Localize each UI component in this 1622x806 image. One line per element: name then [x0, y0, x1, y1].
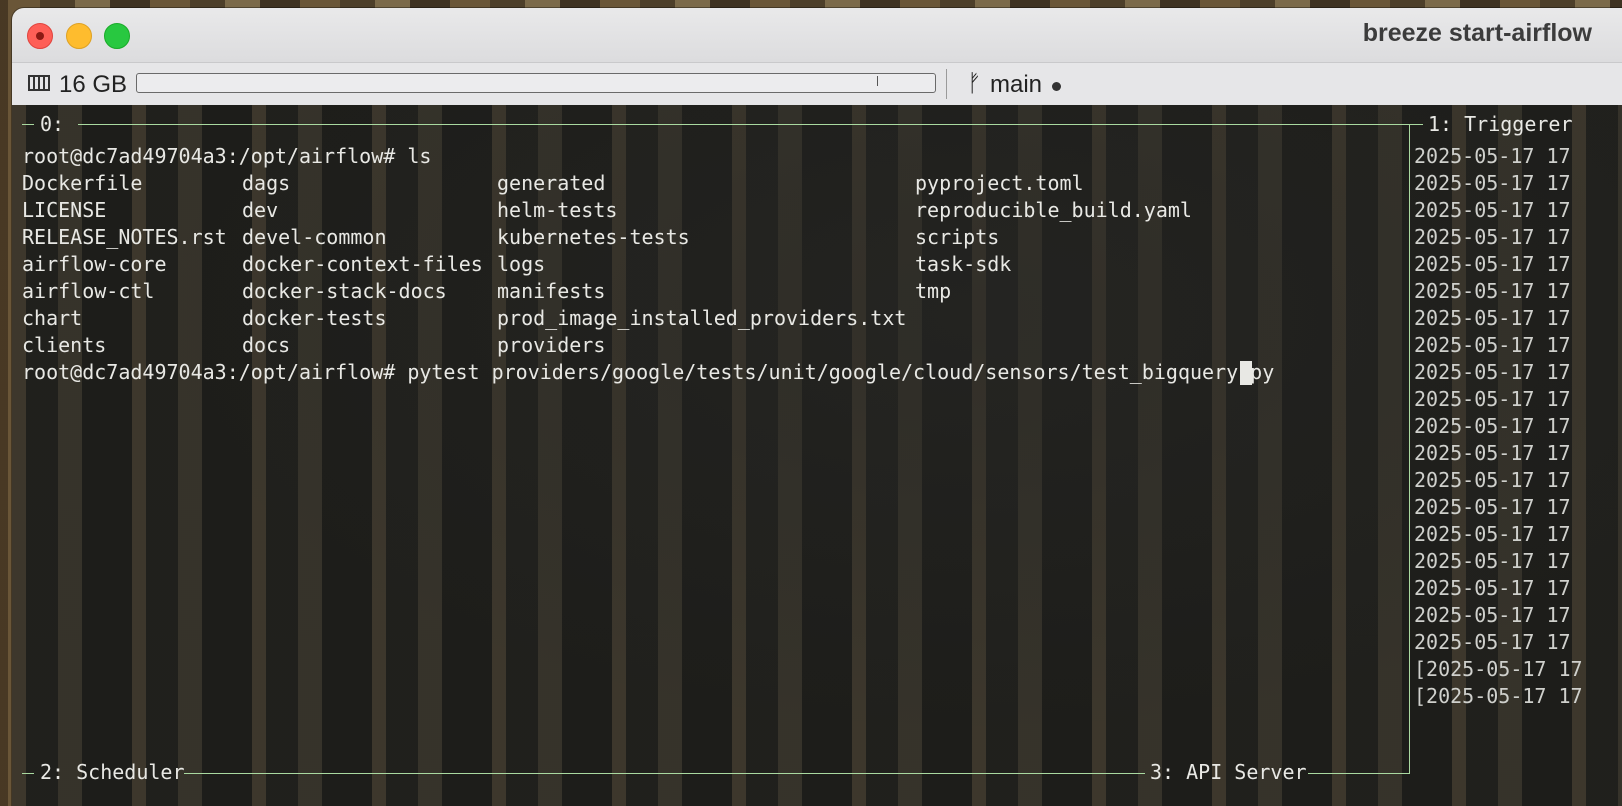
pane-border	[1409, 124, 1423, 125]
terminal-area[interactable]: 0: 1: Triggerer 2: Scheduler 3: API Serv…	[12, 105, 1622, 806]
ls-entry: dags	[242, 171, 291, 195]
minimize-button[interactable]	[66, 23, 92, 49]
close-button[interactable]	[27, 23, 53, 49]
memory-usage-marker	[877, 76, 878, 86]
git-dirty-indicator-icon	[1052, 82, 1061, 91]
status-divider	[946, 69, 947, 99]
ls-entry: prod_image_installed_providers.txt	[497, 306, 907, 330]
zoom-button[interactable]	[104, 23, 130, 49]
prompt-line-pytest[interactable]: root@dc7ad49704a3:/opt/airflow# pytest p…	[22, 359, 1274, 386]
ls-entry: kubernetes-tests	[497, 225, 690, 249]
ls-entry: airflow-ctl	[22, 279, 155, 303]
ls-entry: docs	[242, 333, 291, 357]
prompt-line-ls: root@dc7ad49704a3:/opt/airflow# ls	[22, 144, 432, 168]
log-line: 2025-05-17 17	[1414, 468, 1571, 492]
text-cursor	[1240, 361, 1252, 385]
log-line: [2025-05-17 17	[1414, 657, 1583, 681]
log-line: 2025-05-17 17	[1414, 603, 1571, 627]
ls-entry: LICENSE	[22, 198, 107, 222]
log-line: 2025-05-17 17	[1414, 198, 1571, 222]
ls-entry: generated	[497, 171, 606, 195]
ls-entry: manifests	[497, 279, 606, 303]
ls-entry: chart	[22, 306, 83, 330]
log-line: 2025-05-17 17	[1414, 495, 1571, 519]
log-line: 2025-05-17 17	[1414, 279, 1571, 303]
log-line: 2025-05-17 17	[1414, 414, 1571, 438]
pane-0-label: 0:	[40, 112, 65, 136]
log-line: 2025-05-17 17	[1414, 576, 1571, 600]
ls-entry: clients	[22, 333, 107, 357]
ls-entry: RELEASE_NOTES.rst	[22, 225, 227, 249]
log-line: 2025-05-17 17	[1414, 252, 1571, 276]
ls-entry: docker-tests	[242, 306, 387, 330]
status-bar: 16 GB ᚠ main	[12, 63, 1622, 106]
ls-entry: dev	[242, 198, 279, 222]
log-line: 2025-05-17 17	[1414, 306, 1571, 330]
log-line: 2025-05-17 17	[1414, 387, 1571, 411]
ls-entry: devel-common	[242, 225, 387, 249]
pane-border	[22, 124, 34, 125]
log-line: 2025-05-17 17	[1414, 225, 1571, 249]
terminal-window: breeze start-airflow 16 GB ᚠ main 0: 1: …	[12, 8, 1622, 806]
memory-usage-bar	[136, 73, 936, 93]
log-line: 2025-05-17 17	[1414, 360, 1571, 384]
log-line: 2025-05-17 17	[1414, 549, 1571, 573]
pane-border	[78, 124, 1409, 125]
pane-border	[22, 773, 34, 774]
ls-entry: providers	[497, 333, 606, 357]
pane-1-label: 1: Triggerer	[1428, 112, 1573, 136]
ls-entry: docker-context-files	[242, 252, 483, 276]
pane-2-label: 2: Scheduler	[40, 760, 185, 784]
memory-icon	[28, 75, 50, 91]
memory-label: 16 GB	[59, 71, 128, 98]
ls-entry: scripts	[915, 225, 1000, 249]
ls-entry: Dockerfile	[22, 171, 143, 195]
ls-entry: helm-tests	[497, 198, 618, 222]
log-line: 2025-05-17 17	[1414, 171, 1571, 195]
git-branch-icon: ᚠ	[967, 70, 982, 97]
ls-entry: tmp	[915, 279, 952, 303]
pane-border	[1308, 773, 1409, 774]
log-line: 2025-05-17 17	[1414, 522, 1571, 546]
ls-entry: logs	[497, 252, 546, 276]
window-title: breeze start-airflow	[1362, 19, 1592, 47]
log-line: 2025-05-17 17	[1414, 144, 1571, 168]
ls-entry: reproducible_build.yaml	[915, 198, 1192, 222]
log-line: 2025-05-17 17	[1414, 630, 1571, 654]
pane-divider	[1409, 124, 1410, 774]
pane-border	[1131, 773, 1145, 774]
pane-3-label: 3: API Server	[1150, 760, 1307, 784]
ls-entry: docker-stack-docs	[242, 279, 447, 303]
pane-border	[184, 773, 1131, 774]
title-bar[interactable]: breeze start-airflow	[12, 8, 1622, 63]
log-line: 2025-05-17 17	[1414, 441, 1571, 465]
ls-entry: task-sdk	[915, 252, 1012, 276]
ls-entry: airflow-core	[22, 252, 167, 276]
git-branch-label: main	[990, 71, 1043, 98]
ls-entry: pyproject.toml	[915, 171, 1084, 195]
log-line: [2025-05-17 17	[1414, 684, 1583, 708]
log-line: 2025-05-17 17	[1414, 333, 1571, 357]
